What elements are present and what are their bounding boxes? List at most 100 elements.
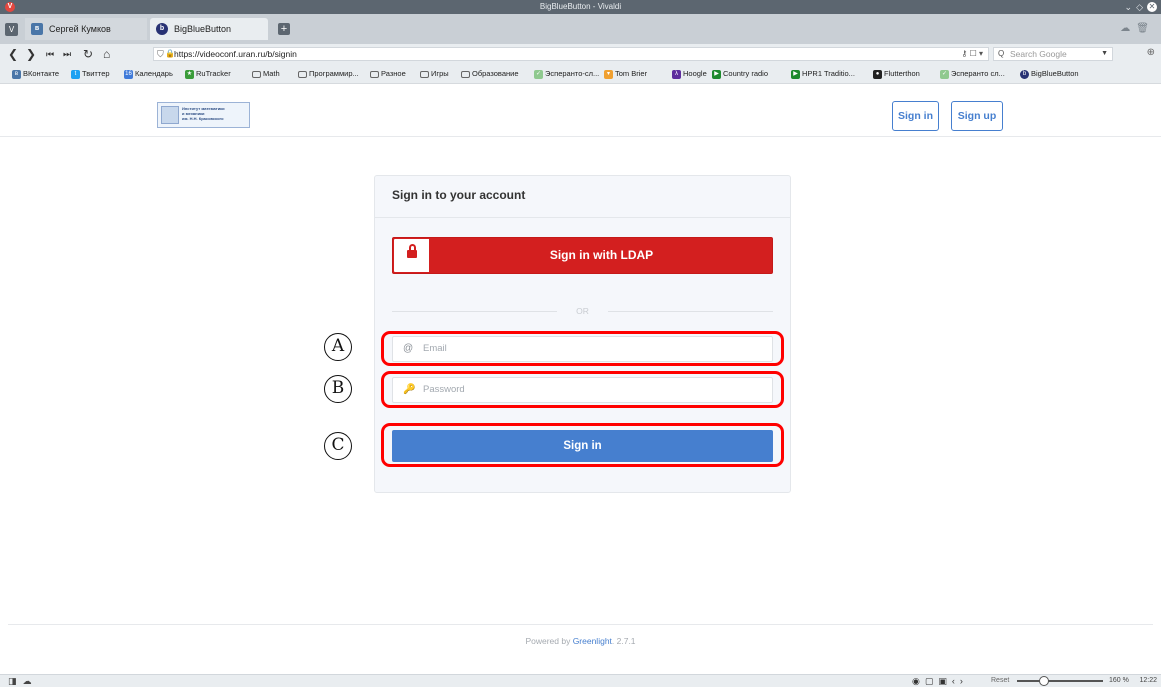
bookmark-item[interactable]: в ВКонтакте (12, 68, 59, 80)
bookmark-label: Образование (472, 69, 519, 78)
bookmark-label: Разное (381, 69, 406, 78)
bookmark-label: Эсперанто-сл... (545, 69, 600, 78)
folder-icon (461, 71, 470, 78)
bookmark-item[interactable]: Образование (461, 68, 519, 80)
bookmark-item[interactable]: Игры (420, 68, 449, 80)
header-signin-button[interactable]: Sign in (892, 101, 939, 131)
url-text: https://videoconf.uran.ru/b/signin (174, 49, 297, 59)
address-toolbar: ❮ ❯ ⏮ ⏭ ↻ ⌂ ⛉ 🔒 https://videoconf.uran.r… (0, 44, 1161, 64)
zoom-reset-button[interactable]: Reset (991, 675, 1009, 687)
forward-icon[interactable]: ❯ (26, 46, 36, 62)
cloud-icon[interactable]: ☁ (23, 676, 38, 686)
vk-icon: в (31, 23, 43, 35)
bookmark-item[interactable]: ★ RuTracker (185, 68, 231, 80)
tab-vk[interactable]: в Сергей Кумков (25, 18, 147, 40)
statusbar-tools: ◉▢▣‹› (912, 675, 968, 687)
chevron-down-icon[interactable]: ▼ (1101, 48, 1108, 60)
status-bar: ◨☁ ◉▢▣‹› Reset 160 % 12:22 (0, 674, 1161, 687)
highlight-password (381, 371, 784, 408)
bookmark-label: RuTracker (196, 69, 231, 78)
bookmark-item[interactable]: Программир... (298, 68, 359, 80)
folder-icon (370, 71, 379, 78)
reload-icon[interactable]: ↻ (83, 46, 93, 62)
zoom-slider-handle[interactable] (1039, 676, 1049, 686)
lambda-icon: λ (672, 70, 681, 79)
page-footer: Powered by Greenlight. 2.7.1 (0, 634, 1161, 648)
header-signup-button[interactable]: Sign up (951, 101, 1003, 131)
maximize-icon[interactable]: ◇ (1136, 2, 1147, 12)
image-icon[interactable]: ▣ (938, 676, 952, 686)
clock: 12:22 (1139, 677, 1157, 684)
new-tab-icon[interactable]: + (278, 23, 290, 35)
bookmark-item[interactable]: ▾ Tom Brier (604, 68, 647, 80)
footer-divider (8, 624, 1153, 625)
fast-forward-icon[interactable]: ⏭ (63, 46, 71, 62)
github-icon: ● (873, 70, 882, 79)
lock-icon[interactable]: 🔒 (165, 48, 175, 60)
key-icon[interactable]: ⚷ (961, 49, 967, 58)
url-field[interactable]: ⛉ 🔒 https://videoconf.uran.ru/b/signin ⚷… (153, 47, 989, 61)
folder-icon (298, 71, 307, 78)
bookmark-label: Tom Brier (615, 69, 648, 78)
vk-icon: в (12, 70, 21, 79)
bookmark-label: ВКонтакте (23, 69, 60, 78)
zoom-level: 160 % (1109, 677, 1129, 684)
tombrier-icon: ▾ (604, 70, 613, 79)
url-tools: ⚷ ☐ ▾ (961, 48, 983, 60)
footer-version: . 2.7.1 (611, 636, 636, 646)
window-icon[interactable]: ▢ (925, 676, 939, 686)
rewind-icon[interactable]: ⏮ (46, 46, 54, 62)
search-placeholder: Search Google (1010, 49, 1067, 59)
bookmark-item[interactable]: ● Flutterthon (873, 68, 920, 80)
bookmark-item[interactable]: ▶ Country radio (712, 68, 768, 80)
bookmark-item[interactable]: t Твиттер (71, 68, 110, 80)
bookmark-item[interactable]: λ Hoogle (672, 68, 707, 80)
bookmark-label: Flutterthon (884, 69, 920, 78)
annotation-label-b: B (324, 375, 352, 403)
bookmark-item[interactable]: ✓ Эсперанто сл... (940, 68, 1005, 80)
bookmark-item[interactable]: 16 Календарь (124, 68, 173, 80)
ldap-signin-button[interactable]: Sign in with LDAP (392, 237, 773, 274)
extensions-icon[interactable]: ⊕ (1147, 47, 1155, 58)
bookmark-item[interactable]: b BigBlueButton (1020, 68, 1079, 80)
code-icon[interactable]: ‹› (952, 676, 968, 686)
bookmark-item[interactable]: ✓ Эсперанто-сл... (534, 68, 599, 80)
folder-icon (252, 71, 261, 78)
bookmark-icon[interactable]: ☐ (970, 49, 977, 58)
panel-toggle-icon[interactable]: V (5, 23, 18, 36)
tab-label: Сергей Кумков (49, 24, 111, 34)
bookmark-item[interactable]: ▶ HPR1 Traditio... (791, 68, 855, 80)
bookmark-label: Игры (431, 69, 449, 78)
institute-logo[interactable]: Институт математики и механики им. Н.Н. … (157, 102, 250, 128)
bookmark-label: Календарь (135, 69, 173, 78)
cloud-icon[interactable]: ☁ (1120, 23, 1136, 34)
statusbar-left: ◨☁ (8, 675, 38, 687)
tab-bigbluebutton[interactable]: b BigBlueButton (150, 18, 268, 40)
camera-icon[interactable]: ◉ (912, 676, 925, 686)
tab-label: BigBlueButton (174, 24, 232, 34)
minimize-icon[interactable]: ⌄ (1125, 2, 1137, 12)
trash-icon[interactable]: 🗑 (1136, 23, 1155, 34)
close-window-icon[interactable]: ✕ (1147, 2, 1157, 12)
dropdown-icon[interactable]: ▾ (979, 49, 983, 58)
greenlight-link[interactable]: Greenlight (573, 636, 612, 646)
rutracker-icon: ★ (185, 70, 194, 79)
search-field[interactable]: Q Search Google ▼ (993, 47, 1113, 61)
vivaldi-logo-icon[interactable]: V (5, 2, 15, 12)
bookmark-label: Hoogle (683, 69, 707, 78)
shield-icon[interactable]: ⛉ (157, 48, 164, 60)
bookmark-item[interactable]: Math (252, 68, 280, 80)
panel-icon[interactable]: ◨ (8, 676, 23, 686)
logo-text: Институт математики и механики им. Н.Н. … (182, 106, 225, 121)
bigbluebutton-icon: b (1020, 70, 1029, 79)
bookmark-item[interactable]: Разное (370, 68, 406, 80)
logo-emblem (161, 106, 179, 124)
card-title: Sign in to your account (374, 175, 791, 218)
annotation-label-c: C (324, 432, 352, 460)
back-icon[interactable]: ❮ (8, 46, 18, 62)
bookmark-label: HPR1 Traditio... (802, 69, 855, 78)
zoom-slider[interactable] (1017, 680, 1103, 682)
home-icon[interactable]: ⌂ (103, 46, 110, 62)
calendar-icon: 16 (124, 70, 133, 79)
lock-icon (393, 238, 430, 273)
